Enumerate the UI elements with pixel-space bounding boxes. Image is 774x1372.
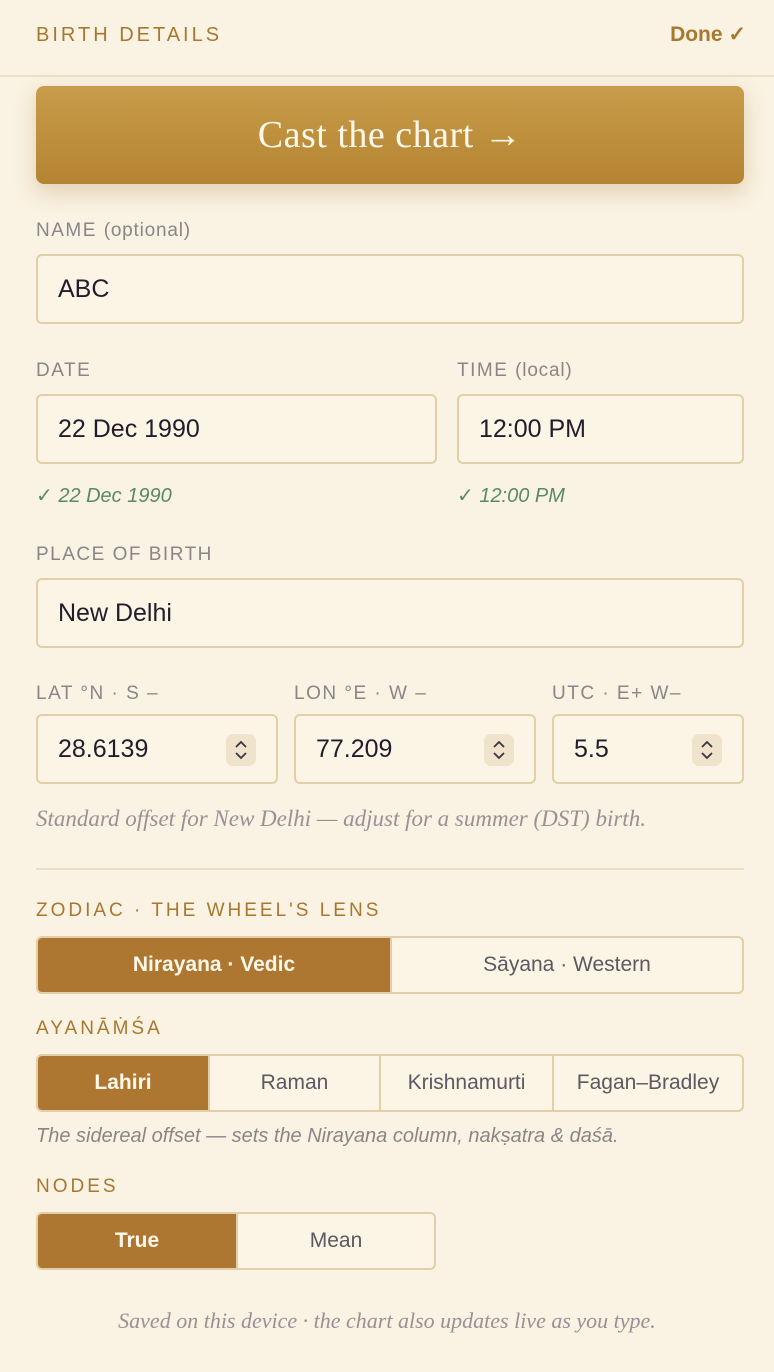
cast-chart-button[interactable]: Cast the chart → [36, 86, 744, 184]
date-confirmation: ✓ 22 Dec 1990 [36, 485, 172, 507]
footer-note: Saved on this device · the chart also up… [118, 1308, 656, 1333]
utc-input[interactable] [574, 734, 684, 764]
lat-field[interactable] [36, 714, 278, 784]
place-field[interactable] [36, 578, 744, 648]
name-label: NAME (optional) [36, 220, 191, 242]
zodiac-option-nirayana[interactable]: Nirayana · Vedic [38, 938, 390, 992]
name-input[interactable] [58, 274, 742, 304]
name-field[interactable] [36, 254, 744, 324]
ayanamsa-option-krishnamurti[interactable]: Krishnamurti [379, 1056, 552, 1110]
nodes-option-true[interactable]: True [38, 1214, 236, 1268]
date-field[interactable] [36, 394, 437, 464]
lat-stepper-icon[interactable] [226, 734, 256, 766]
lon-label: LON °E · W – [294, 683, 428, 704]
date-label: DATE [36, 360, 92, 381]
done-button[interactable]: Done ✓ [670, 22, 746, 47]
lon-input[interactable] [316, 734, 476, 764]
nodes-option-mean[interactable]: Mean [236, 1214, 434, 1268]
place-label: PLACE OF BIRTH [36, 544, 213, 565]
panel-title: BIRTH DETAILS [36, 24, 223, 46]
time-field[interactable] [457, 394, 744, 464]
zodiac-toggle: Nirayana · Vedic Sāyana · Western [36, 936, 744, 994]
zodiac-label: ZODIAC · THE WHEEL'S LENS [36, 900, 382, 921]
lon-field[interactable] [294, 714, 536, 784]
panel-header: BIRTH DETAILS Done ✓ [0, 0, 774, 77]
ayanamsa-label: AYANĀṀŚA [36, 1018, 163, 1039]
utc-offset-note: Standard offset for New Delhi — adjust f… [36, 806, 646, 831]
section-divider [36, 868, 744, 870]
name-label-text: NAME [36, 220, 97, 241]
ayanamsa-note: The sidereal offset — sets the Nirayana … [36, 1125, 619, 1147]
utc-stepper-icon[interactable] [692, 734, 722, 766]
nodes-label: NODES [36, 1176, 119, 1197]
time-label: TIME (local) [457, 360, 573, 382]
time-confirmation: ✓ 12:00 PM [457, 485, 565, 507]
lat-label: LAT °N · S – [36, 683, 160, 704]
name-label-hint: (optional) [103, 220, 191, 241]
lon-stepper-icon[interactable] [484, 734, 514, 766]
ayanamsa-toggle: Lahiri Raman Krishnamurti Fagan–Bradley [36, 1054, 744, 1112]
ayanamsa-option-lahiri[interactable]: Lahiri [38, 1056, 208, 1110]
ayanamsa-option-raman[interactable]: Raman [208, 1056, 379, 1110]
birth-details-panel: BIRTH DETAILS Done ✓ Cast the chart → NA… [0, 0, 774, 1372]
time-label-hint: (local) [515, 360, 573, 381]
place-input[interactable] [58, 598, 742, 628]
nodes-toggle: True Mean [36, 1212, 436, 1270]
date-input[interactable] [58, 414, 435, 444]
utc-label: UTC · E+ W– [552, 683, 682, 704]
utc-field[interactable] [552, 714, 744, 784]
lat-input[interactable] [58, 734, 218, 764]
time-label-text: TIME [457, 360, 509, 381]
time-input[interactable] [479, 414, 742, 444]
ayanamsa-option-fagan-bradley[interactable]: Fagan–Bradley [552, 1056, 742, 1110]
zodiac-option-sayana[interactable]: Sāyana · Western [390, 938, 742, 992]
